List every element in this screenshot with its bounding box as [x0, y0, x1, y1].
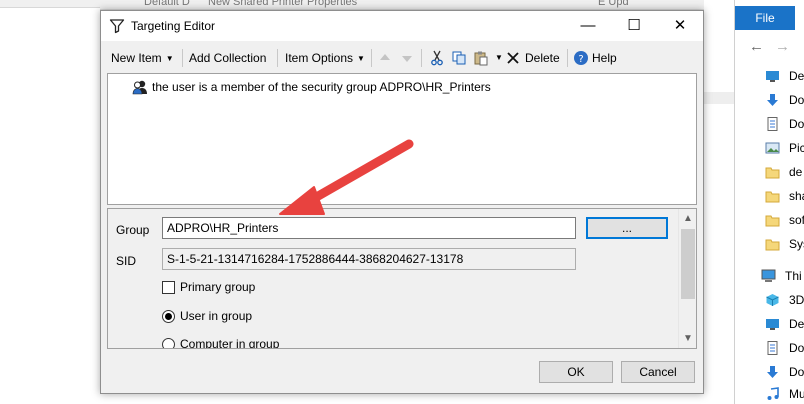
delete-button[interactable]: Delete	[525, 47, 560, 69]
toolbar-separator	[421, 49, 422, 67]
explorer-item[interactable]: De	[765, 66, 804, 86]
properties-scrollbar[interactable]: ▲ ▼	[678, 209, 696, 348]
group-input[interactable]: ADPRO\HR_Printers	[162, 217, 576, 239]
background-text-right: E Upd	[598, 0, 629, 8]
paste-icon[interactable]	[473, 50, 489, 66]
targeting-items-list[interactable]: the user is a member of the security gro…	[107, 73, 697, 205]
download-icon	[767, 94, 778, 106]
maximize-button[interactable]: ☐	[611, 11, 657, 41]
file-explorer: File ← → De Do Do Pic de sha sof Sys Thi…	[734, 0, 804, 404]
dropdown-caret-icon: ▼	[165, 54, 174, 63]
background-text-left: Default D	[144, 0, 190, 8]
sid-field[interactable]: S-1-5-21-1314716284-1752886444-386820462…	[162, 248, 576, 270]
explorer-item[interactable]: De	[765, 314, 804, 334]
radio-selected[interactable]	[162, 310, 175, 323]
background-strip	[0, 0, 100, 8]
scroll-up-arrow-icon[interactable]: ▲	[679, 210, 696, 227]
toolbar: New Item ▼ Add Collection Item Options ▼ ▼…	[101, 45, 703, 71]
explorer-item[interactable]: 3D	[765, 290, 804, 310]
ok-button[interactable]: OK	[539, 361, 613, 383]
dialog-title: Targeting Editor	[131, 19, 216, 33]
new-item-menu[interactable]: New Item ▼	[111, 47, 174, 69]
document-icon	[767, 341, 778, 355]
desktop-icon	[766, 71, 779, 82]
background-window-left	[0, 0, 100, 404]
background-column	[704, 0, 734, 404]
back-arrow-icon[interactable]: ←	[749, 38, 764, 55]
sid-label: SID	[116, 254, 137, 268]
svg-text:?: ?	[578, 54, 583, 65]
computer-icon	[761, 269, 776, 282]
document-icon	[767, 117, 778, 131]
toolbar-separator	[277, 49, 278, 67]
paste-dropdown-caret-icon[interactable]: ▼	[495, 53, 503, 62]
delete-x-icon	[507, 52, 519, 64]
explorer-item[interactable]: sha	[765, 186, 804, 206]
toolbar-separator	[182, 49, 183, 67]
background-text-center: New Shared Printer Properties	[208, 0, 358, 8]
scroll-down-arrow-icon[interactable]: ▼	[679, 330, 696, 347]
toolbar-separator	[371, 49, 372, 67]
explorer-item[interactable]: Do	[765, 338, 804, 358]
scrollbar-thumb[interactable]	[681, 229, 695, 299]
help-button[interactable]: Help	[592, 47, 617, 69]
help-icon: ?	[574, 51, 588, 65]
background-window-top: Default D New Shared Printer Properties …	[100, 0, 704, 10]
explorer-item[interactable]: Sys	[765, 234, 804, 254]
move-down-icon[interactable]	[399, 50, 415, 66]
copy-icon[interactable]	[451, 50, 467, 66]
explorer-item[interactable]: de	[765, 162, 804, 182]
dropdown-caret-icon: ▼	[357, 54, 365, 63]
folder-icon	[765, 239, 780, 251]
item-options-menu[interactable]: Item Options ▼	[285, 47, 365, 69]
targeting-editor-dialog: Targeting Editor — ☐ ✕ New Item ▼ Add Col…	[100, 10, 704, 394]
toolbar-separator	[567, 49, 568, 67]
radio-unselected[interactable]	[162, 338, 175, 348]
explorer-item[interactable]: Mu	[765, 384, 804, 404]
close-button[interactable]: ✕	[657, 11, 703, 41]
music-icon	[767, 387, 779, 400]
folder-icon	[765, 167, 780, 179]
folder-icon	[765, 215, 780, 227]
user-in-group-label: User in group	[180, 309, 253, 323]
forward-arrow-icon[interactable]: →	[775, 38, 790, 55]
minimize-button[interactable]: —	[565, 11, 611, 41]
file-tab[interactable]: File	[735, 6, 795, 30]
explorer-item[interactable]: Do	[765, 90, 804, 110]
cut-icon[interactable]	[429, 50, 445, 66]
3d-objects-icon	[766, 294, 779, 306]
download-icon	[767, 366, 778, 378]
title-bar[interactable]: Targeting Editor — ☐ ✕	[101, 11, 703, 41]
group-label: Group	[116, 223, 150, 237]
move-up-icon[interactable]	[377, 50, 393, 66]
checkbox-box[interactable]	[162, 281, 175, 294]
filter-icon	[109, 19, 125, 34]
explorer-item[interactable]: Pic	[765, 138, 804, 158]
computer-in-group-label: Computer in group	[180, 337, 280, 349]
properties-pane: Group ADPRO\HR_Printers ... SID S-1-5-21…	[107, 208, 697, 349]
background-selection	[704, 92, 734, 104]
add-collection-button[interactable]: Add Collection	[189, 47, 266, 69]
security-group-icon	[132, 80, 147, 95]
explorer-item[interactable]: Do	[765, 114, 804, 134]
primary-group-label: Primary group	[180, 280, 256, 294]
explorer-item[interactable]: This	[761, 266, 801, 286]
desktop-icon	[766, 319, 779, 330]
targeting-item-label: the user is a member of the security gro…	[152, 80, 491, 94]
folder-icon	[765, 191, 780, 203]
cancel-button[interactable]: Cancel	[621, 361, 695, 383]
pictures-icon	[765, 142, 780, 154]
browse-button[interactable]: ...	[586, 217, 668, 239]
explorer-item[interactable]: sof	[765, 210, 804, 230]
explorer-item[interactable]: Do	[765, 362, 804, 382]
